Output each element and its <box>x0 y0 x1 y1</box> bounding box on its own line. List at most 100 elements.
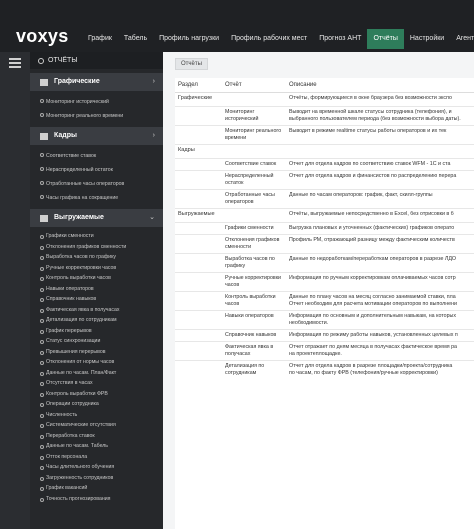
sidebar-item[interactable]: Точность прогнозирования <box>30 494 163 505</box>
cell-report[interactable]: Фактическая явка в получасах <box>222 340 286 360</box>
sidebar-item[interactable]: Часы длительного обучения <box>30 462 163 473</box>
nav-item[interactable]: Агенты▾ <box>450 29 474 49</box>
table-row: Детализация по сотрудникам Отчет для отде… <box>175 359 474 379</box>
cell-report[interactable]: Мониторинг исторический <box>222 105 286 125</box>
table-row: Выработка часов по графику Данные по недо… <box>175 252 474 272</box>
sidebar-item[interactable]: Отработанные часы операторов <box>30 177 163 191</box>
cell-description: Отчет для отдела кадров по соответствию … <box>286 157 474 170</box>
sidebar-item[interactable]: График перерывов <box>30 326 163 337</box>
sidebar-item[interactable]: Отток персонала <box>30 452 163 463</box>
cell-report[interactable]: Соответствие ставок <box>222 157 286 170</box>
sidebar-section-0[interactable]: Графические › <box>30 73 163 91</box>
cell-section <box>175 271 222 291</box>
cell-report[interactable]: Отклонения графиков сменности <box>222 233 286 253</box>
nav-item[interactable]: Прогноз АНТ <box>313 29 367 49</box>
cell-report[interactable]: Мониторинг реального времени <box>222 124 286 144</box>
sidebar-item[interactable]: Контроль выработки ФРВ <box>30 389 163 400</box>
sidebar-item[interactable]: Мониторинг реального времени <box>30 109 163 123</box>
description-line: Данные по плану часов на месяц согласно … <box>289 293 456 300</box>
cell-section <box>175 340 222 360</box>
nav-item-label: Профиль рабочих мест <box>231 35 308 42</box>
section-icon <box>40 78 48 86</box>
cell-description: Выгрузка плановых и уточненных (фактичес… <box>286 221 474 234</box>
cell-report[interactable]: Отработанные часы операторов <box>222 188 286 208</box>
sidebar-item[interactable]: Статус синхронизации <box>30 336 163 347</box>
description-line: Информация по режиму работы навыков, уст… <box>289 331 458 338</box>
nav-item-label: Прогноз АНТ <box>319 35 362 42</box>
sidebar-item[interactable]: Фактическая явка в получасах <box>30 305 163 316</box>
sidebar-item[interactable]: Справочник навыков <box>30 294 163 305</box>
cell-report[interactable]: Детализация по сотрудникам <box>222 359 286 379</box>
cell-report <box>222 207 286 222</box>
sidebar-item[interactable]: Отклонения графиков сменности <box>30 242 163 253</box>
sidebar-item[interactable]: Детализация по сотрудникам <box>30 315 163 326</box>
table-row: Нераспределенный остаток Отчет для отдела… <box>175 169 474 189</box>
sidebar-section-label: Кадры <box>54 132 77 139</box>
sidebar-item[interactable]: Операции сотрудника <box>30 399 163 410</box>
column-header-section[interactable]: Раздел <box>175 78 222 93</box>
main-nav: График Табель Профиль нагрузки Профиль рабо… <box>82 29 474 49</box>
sidebar-section-1[interactable]: Кадры › <box>30 127 163 145</box>
sidebar-item[interactable]: Отклонения от нормы часов <box>30 357 163 368</box>
sidebar-item[interactable]: График вакансий <box>30 483 163 494</box>
cell-description: Выводит в режиме realtime статусы работы… <box>286 124 474 144</box>
description-line: Отчёты, выгружаемые непосредственно в Ex… <box>289 210 454 217</box>
sidebar-item[interactable]: Систематические отсутствия <box>30 420 163 431</box>
table-row: Навыки операторов Информация по основным … <box>175 309 474 329</box>
chevron-icon: › <box>152 78 155 85</box>
cell-description: Выводит на временной шкале статусы сотру… <box>286 105 474 125</box>
column-header-report[interactable]: Отчёт <box>222 78 286 93</box>
cell-report[interactable]: Навыки операторов <box>222 309 286 329</box>
reports-icon <box>38 57 44 64</box>
cell-report[interactable]: Справочник навыков <box>222 328 286 341</box>
cell-report[interactable]: Нераспределенный остаток <box>222 169 286 189</box>
cell-description: Отчет для отдела кадров в разрезе площад… <box>286 359 474 379</box>
sidebar-item[interactable]: Данные по часам. Табель <box>30 441 163 452</box>
sidebar-section-2[interactable]: Выгружаемые ⌄ <box>30 209 163 227</box>
breadcrumb[interactable]: Отчёты <box>175 58 208 70</box>
description-line: необходимости. <box>289 319 329 326</box>
description-line: Выводит в режиме realtime статусы работы… <box>289 127 447 134</box>
sidebar-item[interactable]: Данные по часам. План/Факт <box>30 368 163 379</box>
cell-report[interactable]: Контроль выработки часов <box>222 290 286 310</box>
nav-item[interactable]: Профиль нагрузки <box>153 29 225 49</box>
sidebar-item[interactable]: Загруженность сотрудников <box>30 473 163 484</box>
sidebar-item[interactable]: Выработка часов по графику <box>30 252 163 263</box>
cell-description: Отчёты, формирующиеся в окне браузера бе… <box>286 91 474 106</box>
description-line: Выводит на временной шкале статусы сотру… <box>289 108 452 115</box>
nav-item[interactable]: Табель <box>118 29 153 49</box>
cell-report[interactable]: Выработка часов по графику <box>222 252 286 272</box>
sidebar-item[interactable]: Превышения перерывов <box>30 347 163 358</box>
sidebar-item[interactable]: Соответствие ставок <box>30 149 163 163</box>
sidebar-section-label: Графические <box>54 78 100 85</box>
nav-item[interactable]: Профиль рабочих мест <box>225 29 313 49</box>
sidebar-item[interactable]: Мониторинг исторический <box>30 95 163 109</box>
menu-toggle-icon[interactable] <box>9 58 21 68</box>
nav-item[interactable]: Отчёты <box>367 29 404 49</box>
nav-item-label: Настройки <box>409 35 445 42</box>
chevron-icon: ⌄ <box>149 214 155 221</box>
sidebar-item[interactable]: Ручные корректировки часов <box>30 263 163 274</box>
column-header-description[interactable]: Описание <box>286 78 474 93</box>
cell-description: Информация по основным и дополнительным … <box>286 309 474 329</box>
reports-table: Раздел Отчёт Описание Графические Отчёты,… <box>175 78 474 379</box>
reports-table-container: Раздел Отчёт Описание Графические Отчёты,… <box>175 78 474 529</box>
sidebar-item[interactable]: Графики сменности <box>30 231 163 242</box>
cell-description: Данные по плану часов на месяц согласно … <box>286 290 474 310</box>
sidebar-item[interactable]: Навыки операторов <box>30 284 163 295</box>
sidebar-item[interactable]: Переработка ставок <box>30 431 163 442</box>
table-header-row: Раздел Отчёт Описание <box>175 78 474 93</box>
sidebar-item[interactable]: Нераспределенный остаток <box>30 163 163 177</box>
sidebar-item[interactable]: Отсутствия в часах <box>30 378 163 389</box>
cell-report[interactable]: Графики сменности <box>222 221 286 234</box>
nav-item[interactable]: Настройки <box>404 29 450 49</box>
cell-section: Выгружаемые <box>175 207 222 222</box>
sidebar-item[interactable]: Часы графика на сокращение <box>30 191 163 205</box>
app-logo[interactable]: voxys <box>16 26 69 46</box>
table-row: Отработанные часы операторов Данные по ча… <box>175 188 474 208</box>
cell-report[interactable]: Ручные корректировки часов <box>222 271 286 291</box>
sidebar-item[interactable]: Контроль выработки часов <box>30 273 163 284</box>
nav-item[interactable]: График <box>82 29 118 49</box>
cell-section: Кадры <box>175 143 222 158</box>
sidebar-item[interactable]: Численность <box>30 410 163 421</box>
